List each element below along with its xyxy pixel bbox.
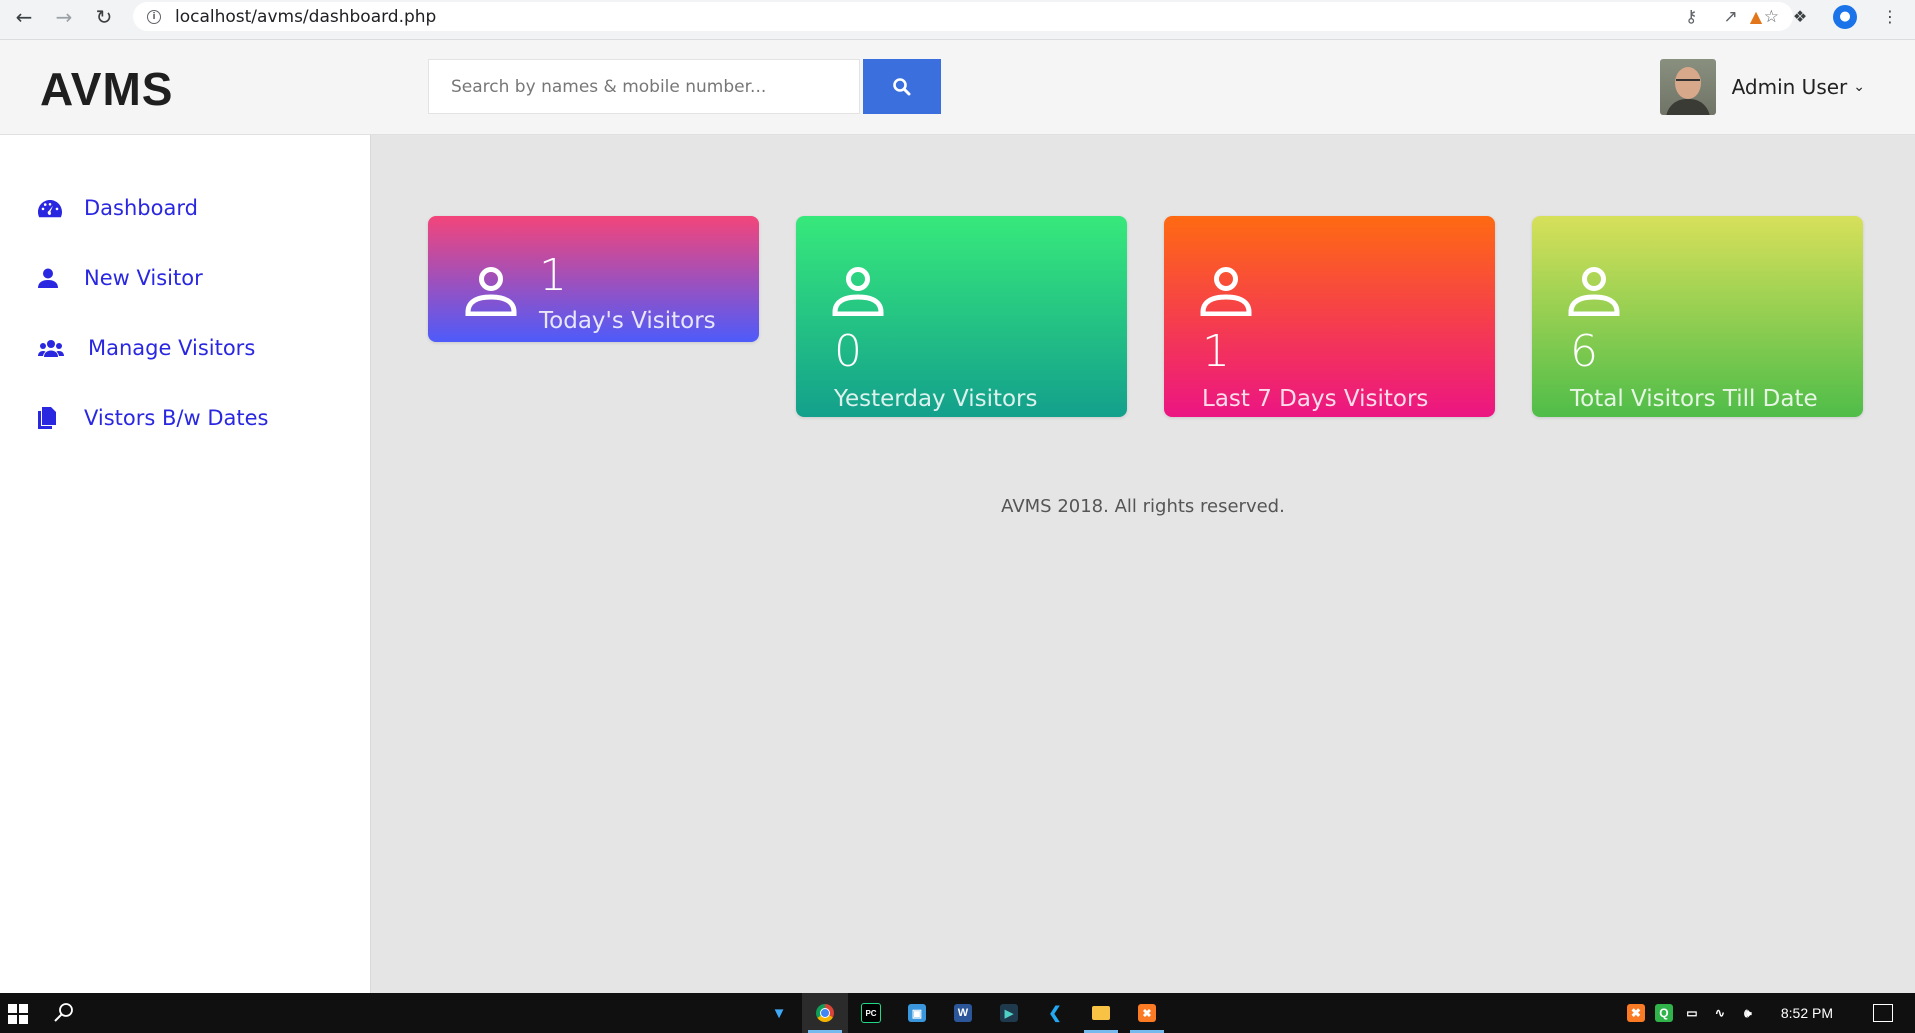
- search-input[interactable]: [428, 59, 860, 114]
- chrome-icon[interactable]: [802, 993, 848, 1033]
- reload-button[interactable]: ↻: [90, 0, 118, 33]
- notification-icon[interactable]: [1873, 1004, 1893, 1022]
- card-todays-visitors[interactable]: 1 Today's Visitors: [428, 216, 759, 342]
- windows-start-icon[interactable]: [8, 1004, 28, 1024]
- sidebar-item-dashboard[interactable]: Dashboard: [0, 173, 371, 243]
- profile-avatar-icon[interactable]: ●: [1833, 4, 1857, 29]
- app-logo[interactable]: AVMS: [40, 62, 174, 116]
- chevron-down-icon[interactable]: ⌄: [1853, 79, 1865, 95]
- search-icon: [893, 77, 911, 95]
- forward-button[interactable]: →: [50, 0, 78, 33]
- battery-icon[interactable]: ▭: [1683, 1004, 1701, 1022]
- address-bar[interactable]: i localhost/avms/dashboard.php ⚷ ↗ ☆: [133, 2, 1793, 31]
- visitor-count: 1: [1202, 326, 1230, 377]
- sidebar-item-label: Manage Visitors: [88, 336, 256, 360]
- sidebar-item-visitors-between-dates[interactable]: Vistors B/w Dates: [0, 383, 371, 453]
- address-url[interactable]: localhost/avms/dashboard.php: [175, 7, 436, 27]
- taskbar-search-icon[interactable]: [52, 1001, 76, 1025]
- dashboard-gauge-icon: [38, 196, 68, 220]
- user-outline-icon: [1568, 267, 1620, 316]
- footer-copyright: AVMS 2018. All rights reserved.: [1001, 496, 1285, 517]
- card-total-visitors[interactable]: 6 Total Visitors Till Date: [1532, 216, 1863, 417]
- sidebar-item-label: Vistors B/w Dates: [84, 406, 269, 430]
- user-menu[interactable]: Admin User ⌄: [1659, 59, 1865, 115]
- xampp-tray-icon[interactable]: ✖: [1626, 1004, 1645, 1022]
- word-icon[interactable]: W: [940, 993, 986, 1033]
- user-outline-icon: [832, 267, 884, 316]
- sidebar: AVMS Dashboard New Visitor Manage Visito…: [0, 40, 371, 993]
- metamask-extension-icon[interactable]: ▲: [1745, 6, 1767, 28]
- vscode-icon[interactable]: ❮: [1032, 993, 1078, 1033]
- visitor-count: 0: [834, 326, 862, 377]
- key-icon[interactable]: ⚷: [1685, 7, 1697, 27]
- xampp-icon[interactable]: ✖: [1124, 993, 1170, 1033]
- browser-menu-icon[interactable]: ⋮: [1879, 6, 1901, 28]
- share-icon[interactable]: ↗: [1724, 7, 1738, 27]
- user-icon: [38, 266, 68, 290]
- users-icon: [38, 336, 72, 360]
- browser-toolbar: ← → ↻ i localhost/avms/dashboard.php ⚷ ↗…: [0, 0, 1915, 40]
- user-outline-icon: [465, 267, 517, 316]
- file-explorer-icon[interactable]: [1078, 993, 1124, 1033]
- site-info-icon[interactable]: i: [147, 9, 161, 24]
- card-yesterday-visitors[interactable]: 0 Yesterday Visitors: [796, 216, 1127, 417]
- user-name[interactable]: Admin User: [1732, 75, 1848, 99]
- top-header: Admin User ⌄: [371, 40, 1915, 135]
- card-label: Total Visitors Till Date: [1570, 386, 1818, 412]
- sidebar-item-label: New Visitor: [84, 266, 203, 290]
- back-button[interactable]: ←: [10, 0, 38, 33]
- card-label: Yesterday Visitors: [834, 386, 1038, 412]
- taskbar-clock[interactable]: 8:52 PM: [1781, 1005, 1833, 1021]
- visitor-count: 6: [1570, 326, 1598, 377]
- visitor-count: 1: [539, 250, 567, 301]
- wifi-icon[interactable]: ∿: [1711, 1004, 1729, 1022]
- card-last-7-days-visitors[interactable]: 1 Last 7 Days Visitors: [1164, 216, 1495, 417]
- windows-taskbar: ▼ PC ▣ W ▶ ❮ ✖ ✖ Q ▭ ∿ 🕪 8:52 PM: [0, 993, 1915, 1033]
- user-outline-icon: [1200, 267, 1252, 316]
- terminal-icon[interactable]: ▣: [894, 993, 940, 1033]
- sidebar-menu: Dashboard New Visitor Manage Visitors Vi…: [0, 173, 371, 453]
- documents-icon: [38, 406, 68, 430]
- taskbar-app-icon[interactable]: ▶: [986, 993, 1032, 1033]
- card-label: Today's Visitors: [539, 308, 716, 334]
- card-label: Last 7 Days Visitors: [1202, 386, 1429, 412]
- q-tray-icon[interactable]: Q: [1654, 1004, 1673, 1022]
- volume-icon[interactable]: 🕪: [1739, 1004, 1757, 1022]
- avatar[interactable]: [1659, 59, 1716, 115]
- sidebar-item-manage-visitors[interactable]: Manage Visitors: [0, 313, 371, 383]
- taskbar-app-icon[interactable]: ▼: [756, 993, 802, 1033]
- search-button[interactable]: [863, 59, 941, 114]
- extensions-puzzle-icon[interactable]: ❖: [1789, 6, 1811, 28]
- pycharm-icon[interactable]: PC: [848, 993, 894, 1033]
- sidebar-item-new-visitor[interactable]: New Visitor: [0, 243, 371, 313]
- logo-area: AVMS: [0, 40, 371, 135]
- sidebar-item-label: Dashboard: [84, 196, 198, 220]
